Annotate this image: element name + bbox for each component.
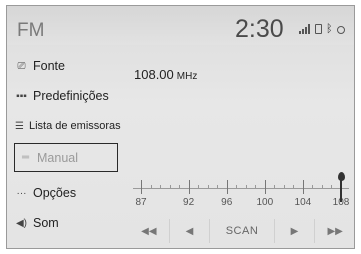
menu-item-label: Opções xyxy=(33,186,77,200)
clock: 2:30 xyxy=(235,15,284,43)
scale-minor-tick xyxy=(321,185,323,188)
scale-minor-tick xyxy=(293,185,295,188)
menu-item-som[interactable]: ◀) Som xyxy=(15,211,117,235)
menu-item-label: Manual xyxy=(37,150,78,165)
scale-tick-label: 104 xyxy=(294,197,312,208)
scale-tick-label: 87 xyxy=(135,197,147,208)
menu-item-label: Lista de emissoras xyxy=(28,120,121,132)
menu-item-lista-de-emissoras[interactable]: ☰ Lista de emissoras xyxy=(15,114,121,138)
scale-tick-label: 96 xyxy=(221,197,233,208)
source-icon: ⎚ xyxy=(17,60,26,72)
menu-item-manual[interactable]: ═ Manual xyxy=(14,143,118,172)
menu-item-label: Fonte xyxy=(33,59,65,73)
step-back-button[interactable]: ◀ xyxy=(170,219,211,243)
scale-minor-tick xyxy=(169,185,171,188)
tuning-needle-head[interactable] xyxy=(337,172,345,181)
frequency-display: 108.00 MHz xyxy=(134,67,197,82)
scale-minor-tick xyxy=(331,185,333,188)
signal-icon xyxy=(299,24,311,34)
scale-minor-tick xyxy=(274,185,276,188)
scale-major-tick xyxy=(264,180,266,194)
menu-item-label: Som xyxy=(33,216,59,230)
scale-minor-tick xyxy=(160,185,162,188)
menu-item-predefinicoes[interactable]: ▪▪▪ Predefinições xyxy=(15,84,117,108)
scale-minor-tick xyxy=(245,185,247,188)
scan-button[interactable]: SCAN xyxy=(210,219,275,243)
menu-item-fonte[interactable]: ⎚ Fonte xyxy=(15,54,117,78)
page-title: FM xyxy=(17,20,45,41)
scale-tick-label: 92 xyxy=(183,197,195,208)
scale-minor-tick xyxy=(283,185,285,188)
scale-minor-tick xyxy=(255,185,257,188)
frequency-unit: MHz xyxy=(176,71,198,82)
seek-forward-button[interactable]: ▶▶ xyxy=(315,219,354,243)
menu-item-label: Predefinições xyxy=(33,89,109,103)
scale-minor-tick xyxy=(207,185,209,188)
circle-status-icon xyxy=(336,26,345,34)
scale-major-tick xyxy=(141,180,142,194)
station-list-icon: ☰ xyxy=(15,120,24,132)
frequency-value: 108.00 xyxy=(134,67,174,82)
status-icons: ᛒ xyxy=(299,23,345,35)
menu-item-opcoes[interactable]: ··· Opções xyxy=(15,181,117,205)
radio-screen: FM 2:30 ᛒ ⎚ Fonte ▪▪▪ Predefinições ☰ Li… xyxy=(6,5,355,249)
scale-tick-label: 100 xyxy=(256,197,274,208)
options-icon: ··· xyxy=(16,187,27,199)
scale-minor-tick xyxy=(236,185,238,188)
scale-axis xyxy=(133,188,349,189)
scale-major-tick xyxy=(302,180,304,194)
manual-tune-icon: ═ xyxy=(21,152,30,163)
seek-back-button[interactable]: ◀◀ xyxy=(129,219,170,243)
scale-minor-tick xyxy=(217,185,219,188)
speaker-icon: ◀) xyxy=(15,217,28,229)
tuning-controls: ◀◀ ◀ SCAN ▶ ▶▶ xyxy=(129,219,354,243)
tuning-scale[interactable]: 87 92 96 100 104 108 xyxy=(131,166,353,216)
battery-icon xyxy=(315,24,322,34)
scale-major-tick xyxy=(188,180,190,194)
step-forward-button[interactable]: ▶ xyxy=(275,219,316,243)
header-bar: FM 2:30 ᛒ xyxy=(7,6,354,45)
scale-major-tick xyxy=(226,180,228,194)
scale-minor-tick xyxy=(150,185,152,188)
scale-minor-tick xyxy=(312,185,314,188)
bluetooth-icon: ᛒ xyxy=(326,23,333,35)
scale-minor-tick xyxy=(179,185,181,188)
scale-minor-tick xyxy=(198,185,200,188)
presets-icon: ▪▪▪ xyxy=(16,90,27,102)
